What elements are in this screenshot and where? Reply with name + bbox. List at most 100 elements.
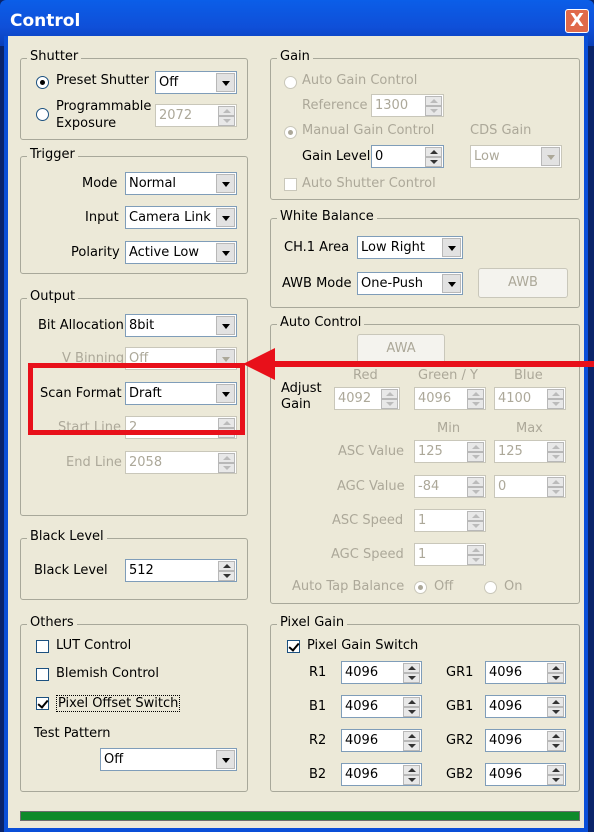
spin-down-icon[interactable] bbox=[403, 741, 420, 751]
polarity-select[interactable]: Active Low bbox=[125, 241, 237, 264]
spin-down-icon[interactable] bbox=[403, 673, 420, 683]
programmable-label: Programmable bbox=[56, 99, 152, 114]
chevron-down-icon[interactable] bbox=[541, 147, 560, 166]
spin-down-icon[interactable] bbox=[403, 775, 420, 785]
spin-down-icon[interactable] bbox=[467, 399, 484, 409]
spin-up-icon[interactable] bbox=[425, 147, 442, 157]
r2-spinner[interactable]: 4096 bbox=[341, 729, 422, 752]
spin-down-icon[interactable] bbox=[425, 157, 442, 167]
pixel-offset-switch-checkbox[interactable] bbox=[36, 697, 49, 710]
reference-spinner[interactable]: 1300 bbox=[371, 94, 444, 117]
r1-spinner[interactable]: 4096 bbox=[341, 661, 422, 684]
chevron-down-icon[interactable] bbox=[216, 316, 235, 335]
spin-up-icon[interactable] bbox=[547, 442, 564, 452]
spin-up-icon[interactable] bbox=[467, 477, 484, 487]
programmable-exposure-spinner[interactable]: 2072 bbox=[155, 104, 237, 127]
spin-up-icon[interactable] bbox=[218, 453, 235, 463]
spin-up-icon[interactable] bbox=[403, 765, 420, 775]
spin-down-icon[interactable] bbox=[467, 555, 484, 565]
pixel-gain-switch-checkbox[interactable] bbox=[287, 640, 300, 653]
spin-down-icon[interactable] bbox=[467, 487, 484, 497]
awa-button[interactable]: AWA bbox=[357, 334, 445, 364]
auto-shutter-control-checkbox[interactable] bbox=[284, 178, 297, 191]
spin-up-icon[interactable] bbox=[218, 561, 235, 571]
awb-button[interactable]: AWB bbox=[478, 268, 568, 298]
spin-down-icon[interactable] bbox=[218, 463, 235, 473]
spin-down-icon[interactable] bbox=[467, 521, 484, 531]
close-button[interactable]: X bbox=[565, 9, 589, 33]
adjust-green-spinner[interactable]: 4096 bbox=[414, 387, 486, 410]
programmable-exposure-radio[interactable] bbox=[36, 108, 49, 121]
chevron-down-icon[interactable] bbox=[216, 750, 235, 769]
bit-allocation-select[interactable]: 8bit bbox=[125, 314, 237, 337]
cds-gain-select[interactable]: Low bbox=[470, 145, 562, 168]
spin-down-icon[interactable] bbox=[547, 707, 564, 717]
spin-up-icon[interactable] bbox=[547, 765, 564, 775]
spin-down-icon[interactable] bbox=[547, 487, 564, 497]
spin-up-icon[interactable] bbox=[547, 697, 564, 707]
preset-shutter-select[interactable]: Off bbox=[155, 71, 237, 94]
spin-down-icon[interactable] bbox=[547, 673, 564, 683]
agc-speed-spinner[interactable]: 1 bbox=[414, 543, 486, 566]
gr2-spinner[interactable]: 4096 bbox=[485, 729, 566, 752]
spin-up-icon[interactable] bbox=[547, 731, 564, 741]
spin-down-icon[interactable] bbox=[425, 106, 442, 116]
preset-shutter-radio[interactable] bbox=[36, 76, 49, 89]
spin-up-icon[interactable] bbox=[218, 106, 235, 116]
mode-select[interactable]: Normal bbox=[125, 172, 237, 195]
agc-min-spinner[interactable]: -84 bbox=[414, 475, 486, 498]
adjust-blue-spinner[interactable]: 4100 bbox=[494, 387, 566, 410]
gain-level-spinner[interactable]: 0 bbox=[371, 145, 444, 168]
spin-up-icon[interactable] bbox=[403, 663, 420, 673]
lut-control-checkbox[interactable] bbox=[36, 640, 49, 653]
agc-max-spinner[interactable]: 0 bbox=[494, 475, 566, 498]
spin-up-icon[interactable] bbox=[381, 389, 398, 399]
spin-up-icon[interactable] bbox=[425, 96, 442, 106]
black-level-spinner[interactable]: 512 bbox=[125, 559, 237, 582]
asc-min-spinner[interactable]: 125 bbox=[414, 440, 486, 463]
chevron-down-icon[interactable] bbox=[442, 274, 461, 293]
gb1-spinner[interactable]: 4096 bbox=[485, 695, 566, 718]
input-select[interactable]: Camera Link bbox=[125, 206, 237, 229]
gb2-spinner[interactable]: 4096 bbox=[485, 763, 566, 786]
spin-up-icon[interactable] bbox=[547, 389, 564, 399]
spin-down-icon[interactable] bbox=[547, 452, 564, 462]
spin-up-icon[interactable] bbox=[547, 663, 564, 673]
b1-spinner[interactable]: 4096 bbox=[341, 695, 422, 718]
spin-down-icon[interactable] bbox=[218, 571, 235, 581]
test-pattern-select[interactable]: Off bbox=[100, 748, 237, 771]
bit-allocation-value: 8bit bbox=[129, 318, 155, 333]
chevron-down-icon[interactable] bbox=[216, 174, 235, 193]
end-line-spinner[interactable]: 2058 bbox=[125, 451, 237, 474]
gr1-spinner[interactable]: 4096 bbox=[485, 661, 566, 684]
chevron-down-icon[interactable] bbox=[216, 243, 235, 262]
spin-down-icon[interactable] bbox=[403, 707, 420, 717]
spin-down-icon[interactable] bbox=[547, 399, 564, 409]
spin-down-icon[interactable] bbox=[381, 399, 398, 409]
tap-on-radio[interactable] bbox=[484, 581, 497, 594]
manual-gain-control-radio[interactable] bbox=[284, 126, 297, 139]
blemish-control-checkbox[interactable] bbox=[36, 668, 49, 681]
asc-speed-spinner[interactable]: 1 bbox=[414, 509, 486, 532]
spin-down-icon[interactable] bbox=[547, 775, 564, 785]
spin-down-icon[interactable] bbox=[218, 116, 235, 126]
ch1-area-select[interactable]: Low Right bbox=[357, 236, 463, 259]
spin-down-icon[interactable] bbox=[547, 741, 564, 751]
spin-up-icon[interactable] bbox=[467, 389, 484, 399]
spin-up-icon[interactable] bbox=[467, 545, 484, 555]
spin-down-icon[interactable] bbox=[467, 452, 484, 462]
spin-up-icon[interactable] bbox=[403, 697, 420, 707]
asc-max-spinner[interactable]: 125 bbox=[494, 440, 566, 463]
awb-mode-select[interactable]: One-Push bbox=[357, 272, 463, 295]
chevron-down-icon[interactable] bbox=[216, 73, 235, 92]
b2-spinner[interactable]: 4096 bbox=[341, 763, 422, 786]
auto-gain-control-radio[interactable] bbox=[284, 76, 297, 89]
spin-up-icon[interactable] bbox=[547, 477, 564, 487]
spin-up-icon[interactable] bbox=[403, 731, 420, 741]
spin-up-icon[interactable] bbox=[467, 511, 484, 521]
chevron-down-icon[interactable] bbox=[216, 208, 235, 227]
tap-off-radio[interactable] bbox=[414, 581, 427, 594]
spin-up-icon[interactable] bbox=[467, 442, 484, 452]
chevron-down-icon[interactable] bbox=[442, 238, 461, 257]
adjust-red-spinner[interactable]: 4092 bbox=[334, 387, 400, 410]
